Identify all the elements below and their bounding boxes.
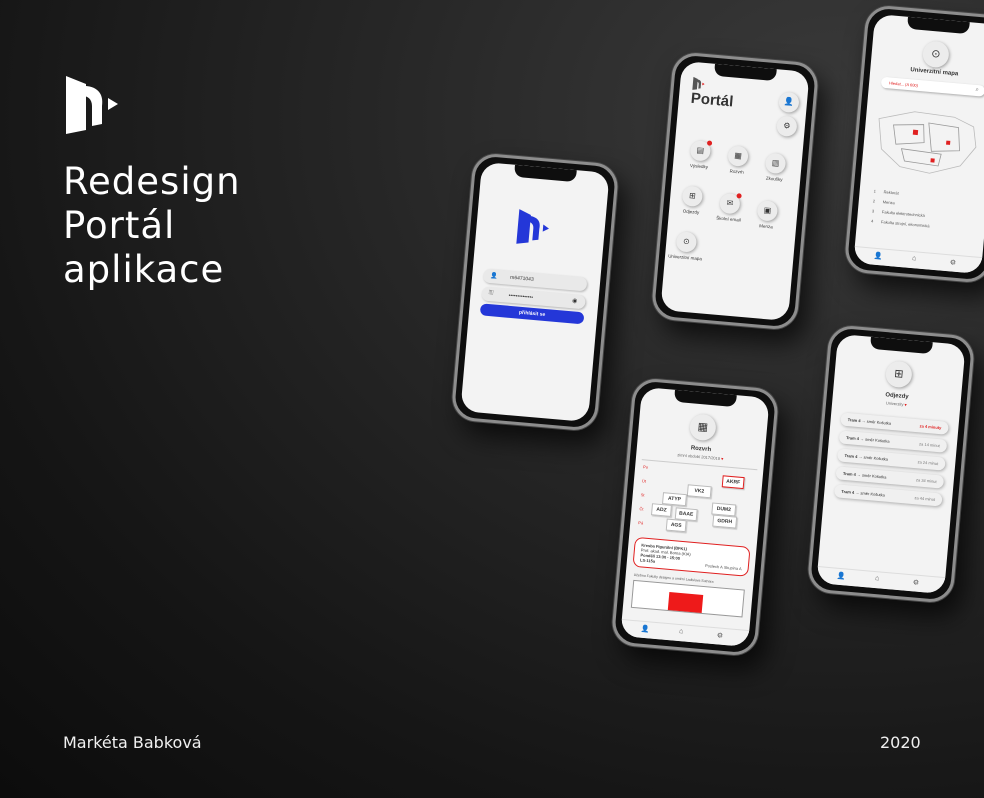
phone-departures: ⊞ Odjezdy Univerzity ▾ Tram 4 → směr Koš… [806, 324, 976, 604]
author-name: Markéta Babková [63, 733, 202, 752]
campus-map[interactable] [869, 98, 984, 187]
search-text: Hledat... (A 600) [888, 80, 919, 88]
key-icon: ⚿ [488, 289, 494, 297]
tile-label: Zkoušky [765, 175, 783, 183]
tab-bar: 👤 ⌂ ⚙ [853, 246, 983, 275]
tile-label: Univerzitní mapa [667, 253, 703, 262]
menu-icon: ▣ [756, 200, 779, 222]
tile-label: Menza [759, 223, 773, 230]
schedule-block[interactable]: ADZ [650, 503, 672, 517]
phone-notch [869, 336, 933, 355]
schedule-block[interactable]: GDRH [712, 514, 738, 529]
profile-icon[interactable]: 👤 [874, 252, 883, 261]
phone-notch [713, 63, 777, 82]
departure-time: za 44 minut [914, 495, 936, 502]
home-icon[interactable]: ⌂ [875, 575, 880, 582]
home-icon[interactable]: ⌂ [679, 628, 684, 635]
tile-menza[interactable]: ▣ Menza [746, 199, 788, 230]
tile-label: Výsledky [689, 162, 709, 170]
gear-icon[interactable]: ⚙ [949, 258, 956, 267]
login-screen: 👤 m6471043 ⚿ •••••••••••••• ◉ přihlásit … [460, 161, 610, 423]
notification-badge [706, 140, 713, 146]
schedule-block[interactable]: VK2 [686, 484, 712, 499]
tile-vysledky[interactable]: ▤ Výsledky [679, 139, 721, 170]
location-icon: ⊙ [921, 40, 950, 69]
floor-plan[interactable] [630, 579, 745, 618]
phone-map: ⊙ Univerzitní mapa Hledat... (A 600) ⌕ 1… [843, 4, 984, 284]
tab-bar: 👤 ⌂ ⚙ [620, 619, 750, 648]
phone-login: 👤 m6471043 ⚿ •••••••••••••• ◉ přihlásit … [450, 152, 620, 432]
schedule-block[interactable]: AGS [665, 518, 687, 533]
map-search-input[interactable]: Hledat... (A 600) ⌕ [880, 76, 984, 97]
departure-time: za 14 minut [918, 441, 941, 449]
title-line-2: Portál [63, 204, 176, 247]
departure-time: za 34 minut [915, 477, 937, 485]
search-icon[interactable]: ⌕ [975, 85, 979, 96]
map-legend-item[interactable]: 1 Rektorát [873, 188, 898, 195]
eye-icon[interactable]: ◉ [572, 297, 578, 304]
title-line-1: Redesign [63, 160, 241, 203]
day-label: Út [641, 478, 647, 484]
phone-notch [673, 389, 737, 408]
schedule-block[interactable]: AKRF [721, 475, 745, 490]
portal-screen: Portál 👤 ⚙ ▤ Výsledky ▦ Rozvrh ▥ Zkoušky… [660, 60, 810, 322]
tile-label: Odjezdy [682, 208, 700, 215]
departures-screen: ⊞ Odjezdy Univerzity ▾ Tram 4 → směr Koš… [816, 333, 966, 595]
location-icon: ⊙ [675, 231, 698, 253]
tile-label: Rozvrh [729, 168, 745, 175]
user-icon: 👤 [489, 273, 498, 280]
portal-logo-icon [66, 76, 118, 134]
app-logo-icon [692, 76, 705, 90]
document-icon: ▤ [689, 139, 713, 162]
day-label: Čt [639, 506, 644, 512]
tile-odjezdy[interactable]: ⊞ Odjezdy [671, 185, 713, 216]
username-value: m6471043 [509, 274, 534, 283]
profile-icon[interactable]: 👤 [837, 572, 846, 581]
highlighted-room [667, 592, 704, 613]
tile-mapa[interactable]: ⊙ Univerzitní mapa [665, 230, 707, 261]
project-title: Redesign Portál aplikace [63, 160, 241, 292]
tile-zkousky[interactable]: ▥ Zkoušky [754, 152, 796, 183]
tile-label: Školní email [716, 215, 741, 223]
phone-schedule: ▦ Rozvrh zimní období 2017/2018 ▾ Po Út … [610, 377, 780, 657]
tram-icon: ⊞ [681, 185, 704, 208]
map-legend-item[interactable]: 3 Fakulta elektrotechnická [872, 208, 925, 218]
map-legend-item[interactable]: 2 Menza [873, 198, 895, 205]
tile-skolni-email[interactable]: ✉ Školní email [708, 192, 750, 223]
home-icon[interactable]: ⌂ [912, 255, 917, 262]
profile-icon[interactable]: 👤 [641, 625, 650, 634]
calendar-icon: ▦ [688, 413, 717, 442]
tram-icon: ⊞ [884, 360, 913, 389]
day-label: St [640, 492, 645, 498]
portal-title: Portál [690, 89, 735, 111]
departure-time: za 24 minut [917, 459, 939, 467]
day-label: Po [642, 464, 649, 470]
schedule-screen: ▦ Rozvrh zimní období 2017/2018 ▾ Po Út … [620, 386, 770, 648]
gear-icon[interactable]: ⚙ [716, 631, 723, 640]
settings-button[interactable]: ⚙ [776, 115, 798, 138]
phone-notch [906, 16, 970, 35]
departure-time: za 4 minuty [919, 423, 942, 431]
schedule-grid[interactable]: Po Út St Čt Pá AKRF VK2 ATYP DUM2 ADZ BA… [635, 459, 758, 540]
phone-notch [513, 164, 577, 183]
tile-rozvrh[interactable]: ▦ Rozvrh [717, 144, 759, 175]
gear-icon[interactable]: ⚙ [912, 578, 919, 587]
departure-row[interactable]: Tram 4 → směr Košutka za 44 minut [833, 484, 943, 507]
tab-bar: 👤 ⌂ ⚙ [816, 566, 946, 595]
password-value: •••••••••••••• [508, 292, 534, 301]
day-label: Pá [638, 520, 644, 526]
map-screen: ⊙ Univerzitní mapa Hledat... (A 600) ⌕ 1… [853, 13, 984, 275]
app-logo-icon [516, 209, 549, 244]
profile-button[interactable]: 👤 [778, 91, 800, 114]
lecture-card[interactable]: Kresba Figurální (BFK1) Prof. akad. mal.… [632, 536, 751, 577]
mail-icon: ✉ [719, 192, 742, 215]
title-line-3: aplikace [63, 248, 225, 291]
clipboard-icon: ▥ [764, 152, 787, 175]
map-legend-item[interactable]: 4 Fakulta strojní, ekonomická [871, 218, 930, 228]
project-year: 2020 [880, 733, 921, 752]
phone-portal: Portál 👤 ⚙ ▤ Výsledky ▦ Rozvrh ▥ Zkoušky… [650, 51, 820, 331]
calendar-icon: ▦ [727, 145, 749, 167]
notification-badge [736, 193, 742, 199]
